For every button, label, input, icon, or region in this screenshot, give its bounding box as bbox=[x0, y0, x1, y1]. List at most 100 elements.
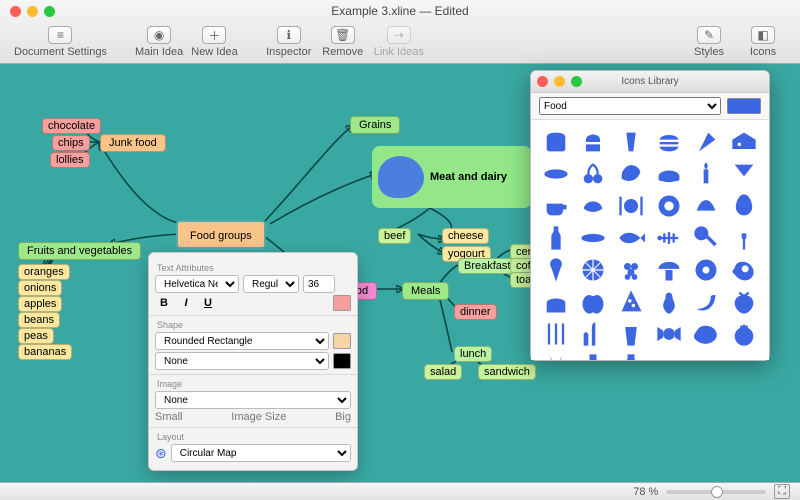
shape-select[interactable]: Rounded Rectangle bbox=[155, 332, 329, 350]
node-meat-dairy[interactable]: Meat and dairy bbox=[372, 146, 532, 208]
icon-category-select[interactable]: Food bbox=[539, 97, 721, 115]
document-settings-button[interactable]: ≡Document Settings bbox=[14, 26, 107, 58]
node-cheese[interactable]: cheese bbox=[442, 228, 489, 244]
glass-straw-icon[interactable] bbox=[614, 320, 648, 348]
wine-icon[interactable] bbox=[577, 352, 611, 360]
icecream-icon[interactable] bbox=[539, 256, 573, 284]
drumstick-icon[interactable] bbox=[690, 224, 724, 252]
bold-button[interactable]: B bbox=[155, 297, 173, 309]
coffee-icon[interactable] bbox=[539, 192, 573, 220]
hotdog2-icon[interactable] bbox=[577, 224, 611, 252]
mushroom-icon[interactable] bbox=[652, 256, 686, 284]
styles-button[interactable]: ✎Styles bbox=[686, 26, 732, 58]
node-dinner[interactable]: dinner bbox=[454, 304, 497, 320]
strawberry-icon[interactable] bbox=[727, 288, 761, 316]
node-chocolate[interactable]: chocolate bbox=[42, 118, 101, 134]
node-grains[interactable]: Grains bbox=[350, 116, 400, 134]
citrus-icon[interactable] bbox=[577, 256, 611, 284]
sliders-icon: ≡ bbox=[48, 26, 72, 44]
node-breakfast[interactable]: Breakfast bbox=[458, 258, 516, 274]
icon-color-swatch[interactable] bbox=[727, 98, 761, 114]
candy-icon[interactable] bbox=[652, 320, 686, 348]
main-idea-button[interactable]: ◉Main Idea bbox=[135, 26, 183, 58]
underline-button[interactable]: U bbox=[199, 297, 217, 309]
steak-icon[interactable] bbox=[690, 320, 724, 348]
link-icon: ⇢ bbox=[387, 26, 411, 44]
node-salad[interactable]: salad bbox=[424, 364, 462, 380]
node-fruits[interactable]: Fruits and vegetables bbox=[18, 242, 141, 260]
roast-icon[interactable] bbox=[652, 160, 686, 188]
fullscreen-icon[interactable]: ⛶ bbox=[774, 484, 790, 499]
node-lunch[interactable]: lunch bbox=[454, 346, 492, 362]
plate-icon[interactable] bbox=[652, 192, 686, 220]
cutlery-icon[interactable] bbox=[539, 320, 573, 348]
tomato-icon[interactable] bbox=[727, 320, 761, 348]
node-lollies[interactable]: lollies bbox=[50, 152, 90, 168]
banana-icon[interactable] bbox=[690, 288, 724, 316]
bottle-icon[interactable] bbox=[539, 224, 573, 252]
icons-button[interactable]: ◧Icons bbox=[740, 26, 786, 58]
soda-icon[interactable] bbox=[614, 128, 648, 156]
fish-icon[interactable] bbox=[614, 224, 648, 252]
node-oranges[interactable]: oranges bbox=[18, 264, 70, 280]
node-peas[interactable]: peas bbox=[18, 328, 54, 344]
shape-border-swatch[interactable] bbox=[333, 353, 351, 369]
friedegg-icon[interactable] bbox=[727, 256, 761, 284]
node-apples[interactable]: apples bbox=[18, 296, 62, 312]
apple-icon[interactable] bbox=[577, 288, 611, 316]
candle-icon[interactable] bbox=[690, 160, 724, 188]
new-idea-button[interactable]: ＋New Idea bbox=[191, 26, 237, 58]
status-bar: 78 % ⛶ bbox=[0, 482, 800, 500]
inspector-button[interactable]: ℹ︎Inspector bbox=[266, 26, 312, 58]
node-junkfood[interactable]: Junk food bbox=[100, 134, 166, 152]
cherry-icon[interactable] bbox=[577, 160, 611, 188]
donut-icon[interactable] bbox=[690, 256, 724, 284]
image-select[interactable]: None bbox=[155, 391, 351, 409]
shape-border-select[interactable]: None bbox=[155, 352, 329, 370]
node-center[interactable]: Food groups bbox=[176, 220, 266, 249]
spaghetti-icon[interactable] bbox=[690, 192, 724, 220]
cocktail-icon[interactable] bbox=[727, 160, 761, 188]
layout-select[interactable]: Circular Map bbox=[171, 444, 351, 462]
main-toolbar: ≡Document Settings ◉Main Idea ＋New Idea … bbox=[0, 22, 800, 62]
croissant-icon[interactable] bbox=[577, 192, 611, 220]
burger-icon[interactable] bbox=[652, 128, 686, 156]
utensils-icon[interactable] bbox=[577, 320, 611, 348]
fishbone-icon[interactable] bbox=[652, 224, 686, 252]
node-sandwich[interactable]: sandwich bbox=[478, 364, 536, 380]
carrot-icon[interactable] bbox=[690, 128, 724, 156]
node-beef[interactable]: beef bbox=[378, 228, 411, 244]
cheese-icon[interactable] bbox=[727, 128, 761, 156]
egg-icon[interactable] bbox=[727, 192, 761, 220]
pear-icon[interactable] bbox=[652, 288, 686, 316]
zoom-slider[interactable] bbox=[666, 490, 766, 494]
pizza-icon[interactable] bbox=[614, 288, 648, 316]
font-weight-select[interactable]: Regular bbox=[243, 275, 299, 293]
font-size-input[interactable] bbox=[303, 275, 335, 293]
font-select[interactable]: Helvetica Neue bbox=[155, 275, 239, 293]
poultry-icon[interactable] bbox=[614, 160, 648, 188]
node-beans[interactable]: beans bbox=[18, 312, 60, 328]
panel-title: Icons Library bbox=[531, 76, 769, 87]
node-chips[interactable]: chips bbox=[52, 135, 90, 151]
fork-icon[interactable] bbox=[727, 224, 761, 252]
winebottle-icon[interactable] bbox=[614, 352, 648, 360]
icons-icon: ◧ bbox=[751, 26, 775, 44]
node-onions[interactable]: onions bbox=[18, 280, 62, 296]
remove-button[interactable]: 🗑Remove bbox=[320, 26, 366, 58]
image-section: Image bbox=[157, 379, 349, 389]
bread-icon[interactable] bbox=[539, 128, 573, 156]
icons-library-panel[interactable]: Icons Library Food bbox=[530, 70, 770, 361]
cake-icon[interactable] bbox=[539, 288, 573, 316]
grapes-icon[interactable] bbox=[614, 256, 648, 284]
plate-fork-knife-icon[interactable] bbox=[614, 192, 648, 220]
chef-hat-icon[interactable] bbox=[577, 128, 611, 156]
shape-fill-swatch[interactable] bbox=[333, 333, 351, 349]
node-meals[interactable]: Meals bbox=[402, 282, 449, 300]
node-bananas[interactable]: bananas bbox=[18, 344, 72, 360]
text-color-swatch[interactable] bbox=[333, 295, 351, 311]
hotdog-icon[interactable] bbox=[539, 160, 573, 188]
icon-grid bbox=[531, 120, 769, 360]
italic-button[interactable]: I bbox=[177, 297, 195, 309]
champagne-icon[interactable] bbox=[539, 352, 573, 360]
